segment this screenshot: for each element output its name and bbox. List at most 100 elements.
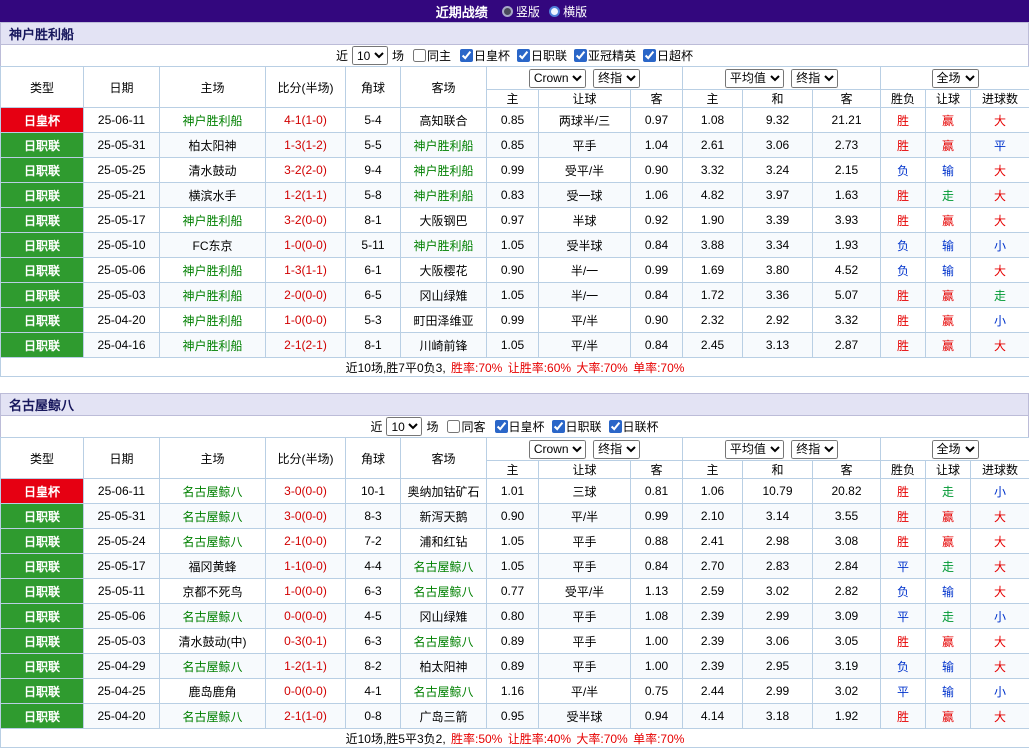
away-team-link[interactable]: 浦和红钻 — [401, 529, 487, 554]
home-team-link[interactable]: FC东京 — [160, 233, 266, 258]
competition-checkbox[interactable] — [552, 420, 565, 433]
match-score[interactable]: 1-1(0-0) — [266, 554, 346, 579]
away-team-link[interactable]: 川崎前锋 — [401, 333, 487, 358]
match-score[interactable]: 0-0(0-0) — [266, 604, 346, 629]
competition-filter-日皇杯[interactable]: 日皇杯 — [495, 418, 545, 435]
home-team-link[interactable]: 京都不死鸟 — [160, 579, 266, 604]
away-team-link[interactable]: 广岛三箭 — [401, 704, 487, 729]
home-team-link[interactable]: 名古屋鲸八 — [160, 704, 266, 729]
away-team-link[interactable]: 町田泽维亚 — [401, 308, 487, 333]
radio-horizontal-icon[interactable] — [549, 6, 560, 17]
radio-vertical-icon[interactable] — [502, 6, 513, 17]
away-team-link[interactable]: 神户胜利船 — [401, 158, 487, 183]
match-score[interactable]: 1-2(1-1) — [266, 654, 346, 679]
home-team-link[interactable]: 清水鼓动(中) — [160, 629, 266, 654]
col-header-corner: 角球 — [346, 67, 401, 108]
asian-stage-select[interactable]: 终指 — [593, 440, 640, 459]
euro-stage-select[interactable]: 终指 — [791, 69, 838, 88]
same-venue-filter[interactable]: 同主 — [413, 47, 451, 64]
match-score[interactable]: 4-1(1-0) — [266, 108, 346, 133]
competition-badge: 日职联 — [1, 333, 84, 358]
match-score[interactable]: 1-0(0-0) — [266, 579, 346, 604]
away-team-link[interactable]: 奥纳加钴矿石 — [401, 479, 487, 504]
away-team-link[interactable]: 冈山绿雉 — [401, 283, 487, 308]
euro-stage-select[interactable]: 终指 — [791, 440, 838, 459]
match-row: 日职联25-05-25清水鼓动3-2(2-0)9-4神户胜利船0.99受平/半0… — [1, 158, 1029, 183]
asian-stage-select[interactable]: 终指 — [593, 69, 640, 88]
match-score[interactable]: 0-3(0-1) — [266, 629, 346, 654]
away-team-link[interactable]: 冈山绿雉 — [401, 604, 487, 629]
match-score[interactable]: 0-0(0-0) — [266, 679, 346, 704]
ah-line: 半/一 — [539, 283, 631, 308]
competition-checkbox[interactable] — [517, 49, 530, 62]
match-score[interactable]: 3-0(0-0) — [266, 504, 346, 529]
home-team-link[interactable]: 神户胜利船 — [160, 258, 266, 283]
view-option-horizontal[interactable]: 横版 — [549, 3, 587, 20]
competition-filter-日职联[interactable]: 日职联 — [517, 47, 567, 64]
away-team-link[interactable]: 名古屋鲸八 — [401, 629, 487, 654]
match-score[interactable]: 1-0(0-0) — [266, 233, 346, 258]
competition-filter-日职联[interactable]: 日职联 — [552, 418, 602, 435]
home-team-link[interactable]: 柏太阳神 — [160, 133, 266, 158]
home-team-link[interactable]: 名古屋鲸八 — [160, 479, 266, 504]
asian-bookmaker-select[interactable]: Crown — [529, 440, 586, 459]
away-team-link[interactable]: 新泻天鹅 — [401, 504, 487, 529]
competition-checkbox[interactable] — [460, 49, 473, 62]
away-team-link[interactable]: 大阪钢巴 — [401, 208, 487, 233]
match-score[interactable]: 2-1(2-1) — [266, 333, 346, 358]
scope-select[interactable]: 全场 — [932, 69, 979, 88]
home-team-link[interactable]: 横滨水手 — [160, 183, 266, 208]
home-team-link[interactable]: 神户胜利船 — [160, 108, 266, 133]
home-team-link[interactable]: 名古屋鲸八 — [160, 604, 266, 629]
match-score[interactable]: 2-0(0-0) — [266, 283, 346, 308]
away-team-link[interactable]: 神户胜利船 — [401, 183, 487, 208]
match-score[interactable]: 1-2(1-1) — [266, 183, 346, 208]
competition-filter-日皇杯[interactable]: 日皇杯 — [460, 47, 510, 64]
match-score[interactable]: 3-2(2-0) — [266, 158, 346, 183]
home-team-link[interactable]: 神户胜利船 — [160, 333, 266, 358]
match-count-select[interactable]: 10 — [352, 46, 388, 65]
asian-bookmaker-select[interactable]: Crown — [529, 69, 586, 88]
match-score[interactable]: 1-3(1-1) — [266, 258, 346, 283]
home-team-link[interactable]: 神户胜利船 — [160, 283, 266, 308]
away-team-link[interactable]: 名古屋鲸八 — [401, 554, 487, 579]
competition-checkbox[interactable] — [495, 420, 508, 433]
competition-checkbox[interactable] — [643, 49, 656, 62]
match-score[interactable]: 1-0(0-0) — [266, 308, 346, 333]
same-venue-checkbox[interactable] — [413, 49, 426, 62]
home-team-link[interactable]: 神户胜利船 — [160, 208, 266, 233]
competition-filter-日联杯[interactable]: 日联杯 — [609, 418, 659, 435]
home-team-link[interactable]: 福冈黄蜂 — [160, 554, 266, 579]
match-count-select[interactable]: 10 — [386, 417, 422, 436]
away-team-link[interactable]: 大阪樱花 — [401, 258, 487, 283]
home-team-link[interactable]: 神户胜利船 — [160, 308, 266, 333]
euro-bookmaker-select[interactable]: 平均值 — [725, 440, 784, 459]
home-team-link[interactable]: 鹿岛鹿角 — [160, 679, 266, 704]
away-team-link[interactable]: 高知联合 — [401, 108, 487, 133]
competition-checkbox[interactable] — [609, 420, 622, 433]
same-venue-checkbox[interactable] — [447, 420, 460, 433]
match-score[interactable]: 1-3(1-2) — [266, 133, 346, 158]
home-team-link[interactable]: 名古屋鲸八 — [160, 529, 266, 554]
match-score[interactable]: 2-1(1-0) — [266, 704, 346, 729]
home-team-link[interactable]: 名古屋鲸八 — [160, 654, 266, 679]
competition-badge: 日职联 — [1, 579, 84, 604]
competition-filter-日超杯[interactable]: 日超杯 — [643, 47, 693, 64]
away-team-link[interactable]: 名古屋鲸八 — [401, 679, 487, 704]
scope-select[interactable]: 全场 — [932, 440, 979, 459]
competition-filter-亚冠精英[interactable]: 亚冠精英 — [574, 47, 636, 64]
away-team-link[interactable]: 神户胜利船 — [401, 233, 487, 258]
competition-checkbox[interactable] — [574, 49, 587, 62]
match-score[interactable]: 2-1(0-0) — [266, 529, 346, 554]
home-team-link[interactable]: 清水鼓动 — [160, 158, 266, 183]
away-team-link[interactable]: 神户胜利船 — [401, 133, 487, 158]
euro-bookmaker-select[interactable]: 平均值 — [725, 69, 784, 88]
same-venue-filter[interactable]: 同客 — [447, 418, 485, 435]
away-team-link[interactable]: 名古屋鲸八 — [401, 579, 487, 604]
away-team-link[interactable]: 柏太阳神 — [401, 654, 487, 679]
eu-away-odds: 20.82 — [813, 479, 881, 504]
match-score[interactable]: 3-2(0-0) — [266, 208, 346, 233]
view-option-vertical[interactable]: 竖版 — [502, 3, 540, 20]
home-team-link[interactable]: 名古屋鲸八 — [160, 504, 266, 529]
match-score[interactable]: 3-0(0-0) — [266, 479, 346, 504]
